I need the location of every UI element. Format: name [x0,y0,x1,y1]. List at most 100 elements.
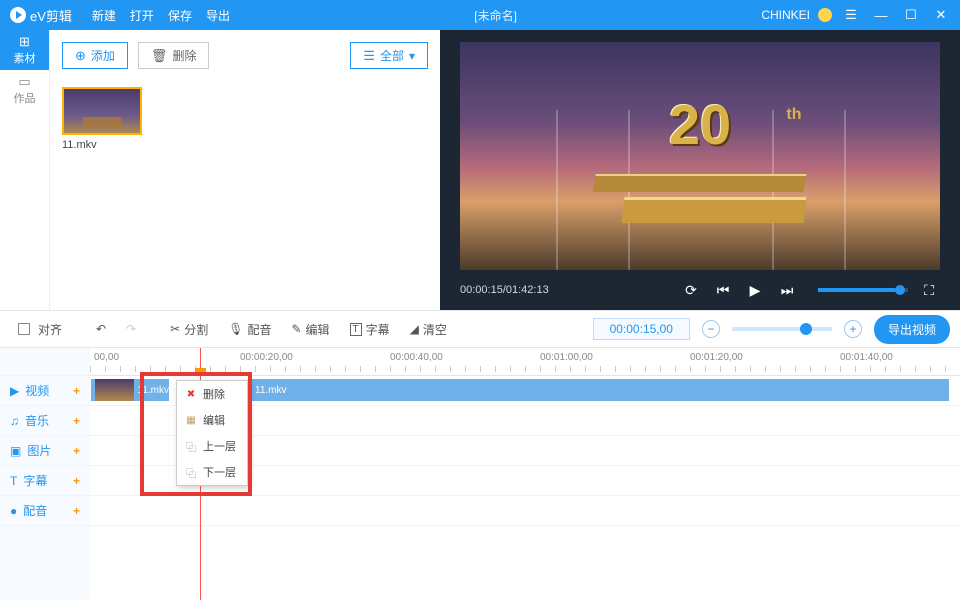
minimize-button[interactable]: — [870,8,892,23]
ruler-label: 00:01:40,00 [840,352,893,363]
image-icon: ▣ [10,444,21,458]
preview-panel: 20 th 00:00:15/01:42:13 ⟳ ⏮ ▶ ⏭ ⛶ [440,30,960,310]
menu-open[interactable]: 打开 [130,7,154,24]
track-area[interactable]: 00,00 00:00:20,00 00:00:40,00 00:01:00,0… [90,348,960,600]
track-header-image[interactable]: ▣图片+ [0,436,90,466]
app-logo: eV剪辑 [0,6,82,25]
add-track-icon[interactable]: + [73,474,80,488]
maximize-button[interactable]: ☐ [900,7,922,23]
ruler-label: 00:01:00,00 [540,352,593,363]
menu-dropdown-icon[interactable]: ☰ [840,7,862,23]
ctx-delete[interactable]: ✖删除 [177,381,247,407]
preview-controls: 00:00:15/01:42:13 ⟳ ⏮ ▶ ⏭ ⛶ [440,270,960,310]
ctx-layer-down[interactable]: ⿻下一层 [177,459,247,485]
loop-button[interactable]: ⟳ [680,279,702,301]
ruler-label: 00:01:20,00 [690,352,743,363]
main-menu: 新建 打开 保存 导出 [92,7,230,24]
menu-new[interactable]: 新建 [92,7,116,24]
media-filename: 11.mkv [62,139,142,151]
play-icon: ▶ [10,384,19,398]
plus-folder-icon: ⊕ [75,48,86,64]
timeline: ▶视频+ ♫音乐+ ▣图片+ T字幕+ ●配音+ 00,00 00:00:20,… [0,348,960,600]
menu-save[interactable]: 保存 [168,7,192,24]
ruler-label: 00,00 [94,352,119,363]
checkbox-icon [18,323,30,335]
filter-dropdown[interactable]: ☰ 全部 ▾ [350,42,428,69]
timeline-clip[interactable]: 11.mkv [90,378,170,402]
media-thumbnail [62,87,142,135]
preview-canvas[interactable]: 20 th [460,42,940,270]
redo-icon: ↷ [126,322,136,336]
close-button[interactable]: ✕ [930,7,952,23]
coin-icon [818,8,832,22]
prev-frame-button[interactable]: ⏮ [712,279,734,301]
sidebar-tab-works[interactable]: ▭ 作品 [0,70,49,110]
ctx-edit[interactable]: ▦编辑 [177,407,247,433]
scissors-icon: ✂ [170,322,180,336]
zoom-in-button[interactable]: + [844,320,862,338]
trash-icon: 🗑 [151,48,168,64]
add-track-icon[interactable]: + [73,414,80,428]
music-icon: ♫ [10,414,19,428]
undo-icon: ↶ [96,322,106,336]
edit-icon: ▦ [185,414,197,426]
next-frame-button[interactable]: ⏭ [776,279,798,301]
clear-button[interactable]: ◢清空 [402,321,455,338]
edit-button[interactable]: ✎编辑 [283,321,337,338]
zoom-slider[interactable] [732,327,832,331]
clip-context-menu: ✖删除 ▦编辑 ⿻上一层 ⿻下一层 [176,380,248,486]
time-ruler[interactable]: 00,00 00:00:20,00 00:00:40,00 00:01:00,0… [90,348,960,376]
undo-button[interactable]: ↶ [88,322,114,336]
media-area: ⊕ 添加 🗑 删除 ☰ 全部 ▾ 11.mkv [50,30,440,310]
track-header-subtitle[interactable]: T字幕+ [0,466,90,496]
sidebar-tab-label: 作品 [14,90,36,106]
play-button[interactable]: ▶ [744,279,766,301]
grid-icon: ⊞ [19,34,30,50]
record-icon: ● [10,504,17,518]
text-icon: T [10,474,17,488]
voiceover-button[interactable]: 🎙配音 [220,321,279,338]
ruler-label: 00:00:20,00 [240,352,293,363]
seek-slider[interactable] [818,288,908,292]
logo-play-icon [10,7,26,23]
export-video-button[interactable]: 导出视频 [874,315,950,344]
add-media-button[interactable]: ⊕ 添加 [62,42,128,69]
current-time-box[interactable]: 00:00:15,00 [593,318,690,340]
logo-text: eV剪辑 [30,6,72,25]
menu-export[interactable]: 导出 [206,7,230,24]
track-header-video[interactable]: ▶视频+ [0,376,90,406]
sidebar-tab-media[interactable]: ⊞ 素材 [0,30,49,70]
eraser-icon: ◢ [410,322,419,336]
sidebar-tab-label: 素材 [14,50,36,66]
redo-button[interactable]: ↷ [118,322,144,336]
snap-toggle[interactable]: 对齐 [10,321,70,338]
zoom-out-button[interactable]: − [702,320,720,338]
chevron-down-icon: ▾ [409,49,415,63]
layer-down-icon: ⿻ [185,466,197,478]
track-headers: ▶视频+ ♫音乐+ ▣图片+ T字幕+ ●配音+ [0,348,90,600]
timeline-clip[interactable]: 11.mkv [250,378,950,402]
x-icon: ✖ [185,388,197,400]
time-display: 00:00:15/01:42:13 [460,284,549,296]
layer-up-icon: ⿻ [185,440,197,452]
split-button[interactable]: ✂分割 [162,321,216,338]
media-item[interactable]: 11.mkv [62,87,142,151]
subtitle-button[interactable]: T字幕 [342,321,398,338]
text-icon: T [350,323,362,336]
voice-track[interactable] [90,496,960,526]
ruler-label: 00:00:40,00 [390,352,443,363]
add-track-icon[interactable]: + [73,504,80,518]
add-track-icon[interactable]: + [73,444,80,458]
toolstrip: 对齐 ↶ ↷ ✂分割 🎙配音 ✎编辑 T字幕 ◢清空 00:00:15,00 −… [0,310,960,348]
pencil-icon: ✎ [291,322,301,336]
user-name[interactable]: CHINKEI [761,8,810,22]
track-header-music[interactable]: ♫音乐+ [0,406,90,436]
titlebar: eV剪辑 新建 打开 保存 导出 [未命名] CHINKEI ☰ — ☐ ✕ [0,0,960,30]
fullscreen-button[interactable]: ⛶ [918,279,940,301]
delete-media-button[interactable]: 🗑 删除 [138,42,210,69]
ctx-layer-up[interactable]: ⿻上一层 [177,433,247,459]
track-header-voice[interactable]: ●配音+ [0,496,90,526]
add-track-icon[interactable]: + [73,384,80,398]
preview-graphic: 20 [669,92,731,157]
document-title: [未命名] [230,7,761,24]
